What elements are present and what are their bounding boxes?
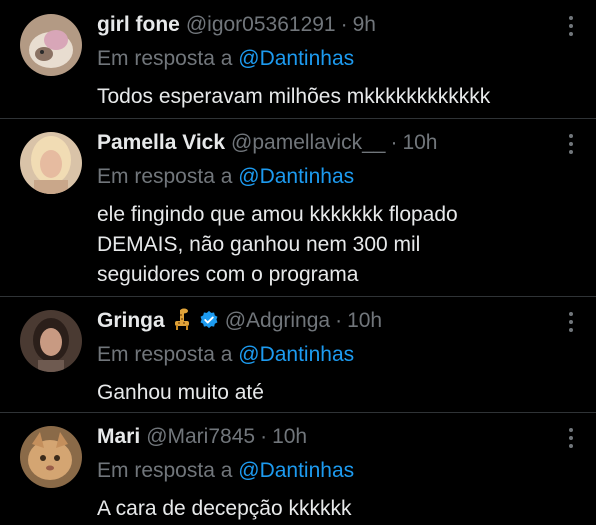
reply-item[interactable]: Gringa @Adgringa · 10h Em resposta a @Dant… (0, 296, 596, 412)
reply-context: Em resposta a @Dantinhas (97, 458, 354, 484)
timestamp[interactable]: 10h (347, 309, 382, 332)
avatar[interactable] (20, 14, 82, 76)
reply-item[interactable]: girl fone @igor05361291 · 9h Em resposta a … (0, 0, 596, 118)
timestamp[interactable]: 10h (272, 425, 307, 448)
more-options-icon[interactable] (566, 16, 576, 38)
separator-dot: · (335, 309, 343, 332)
user-handle[interactable]: @igor05361291 (186, 13, 336, 36)
reply-text: Ganhou muito até (97, 381, 264, 404)
reply-item[interactable]: Mari @Mari7845 · 10h Em resposta a @Dantinh… (0, 412, 596, 525)
avatar[interactable] (20, 426, 82, 488)
display-name[interactable]: Pamella Vick (97, 131, 225, 154)
separator-dot: · (390, 131, 398, 154)
display-name[interactable]: Mari (97, 425, 140, 448)
mention-link[interactable]: @Dantinhas (238, 343, 354, 366)
avatar[interactable] (20, 132, 82, 194)
user-handle[interactable]: @pamellavick__ (231, 131, 385, 154)
mention-link[interactable]: @Dantinhas (238, 459, 354, 482)
reply-context: Em resposta a @Dantinhas (97, 46, 354, 72)
giraffe-emoji (174, 308, 189, 330)
separator-dot: · (340, 13, 348, 36)
more-options-icon[interactable] (566, 312, 576, 334)
reply-prefix: Em resposta a (97, 47, 233, 70)
more-options-icon[interactable] (566, 134, 576, 156)
reply-prefix: Em resposta a (97, 165, 233, 188)
reply-prefix: Em resposta a (97, 343, 233, 366)
reply-header: Gringa @Adgringa · 10h (97, 308, 382, 334)
reply-header: Mari @Mari7845 · 10h (97, 424, 307, 450)
reply-text: ele fingindo que amou kkkkkkk flopado DE… (97, 203, 458, 286)
display-name[interactable]: Gringa (97, 309, 165, 332)
timestamp[interactable]: 9h (353, 13, 376, 36)
reply-context: Em resposta a @Dantinhas (97, 342, 354, 368)
mention-link[interactable]: @Dantinhas (238, 47, 354, 70)
more-options-icon[interactable] (566, 428, 576, 450)
avatar[interactable] (20, 310, 82, 372)
reply-text: A cara de decepção kkkkkk (97, 497, 352, 520)
reply-item[interactable]: Pamella Vick @pamellavick__ · 10h Em respos… (0, 118, 596, 296)
display-name[interactable]: girl fone (97, 13, 180, 36)
reply-header: Pamella Vick @pamellavick__ · 10h (97, 130, 437, 156)
reply-context: Em resposta a @Dantinhas (97, 164, 354, 190)
verified-badge-icon[interactable] (199, 310, 219, 330)
user-handle[interactable]: @Mari7845 (146, 425, 255, 448)
user-handle[interactable]: @Adgringa (225, 309, 330, 332)
timestamp[interactable]: 10h (402, 131, 437, 154)
reply-header: girl fone @igor05361291 · 9h (97, 12, 376, 38)
mention-link[interactable]: @Dantinhas (238, 165, 354, 188)
separator-dot: · (260, 425, 268, 448)
reply-prefix: Em resposta a (97, 459, 233, 482)
reply-text: Todos esperavam milhões mkkkkkkkkkkkk (97, 85, 491, 108)
